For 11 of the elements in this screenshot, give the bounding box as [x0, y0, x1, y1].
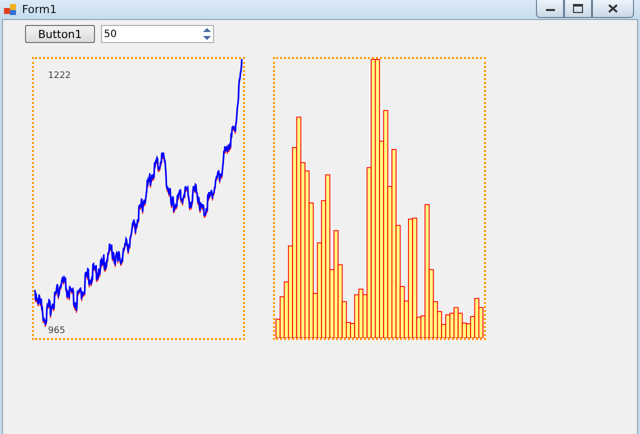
minimize-button[interactable] [536, 0, 564, 18]
app-icon [4, 4, 17, 16]
maximize-icon [573, 4, 583, 13]
maximize-button[interactable] [564, 0, 592, 18]
action-button[interactable]: Button1 [25, 25, 95, 43]
close-icon [608, 4, 618, 13]
min-value-label: 965 [48, 326, 66, 336]
close-button[interactable] [592, 0, 634, 18]
number-spinner[interactable]: 50 [101, 25, 214, 43]
window-title: Form1 [22, 3, 58, 16]
max-value-label: 1222 [48, 71, 71, 81]
